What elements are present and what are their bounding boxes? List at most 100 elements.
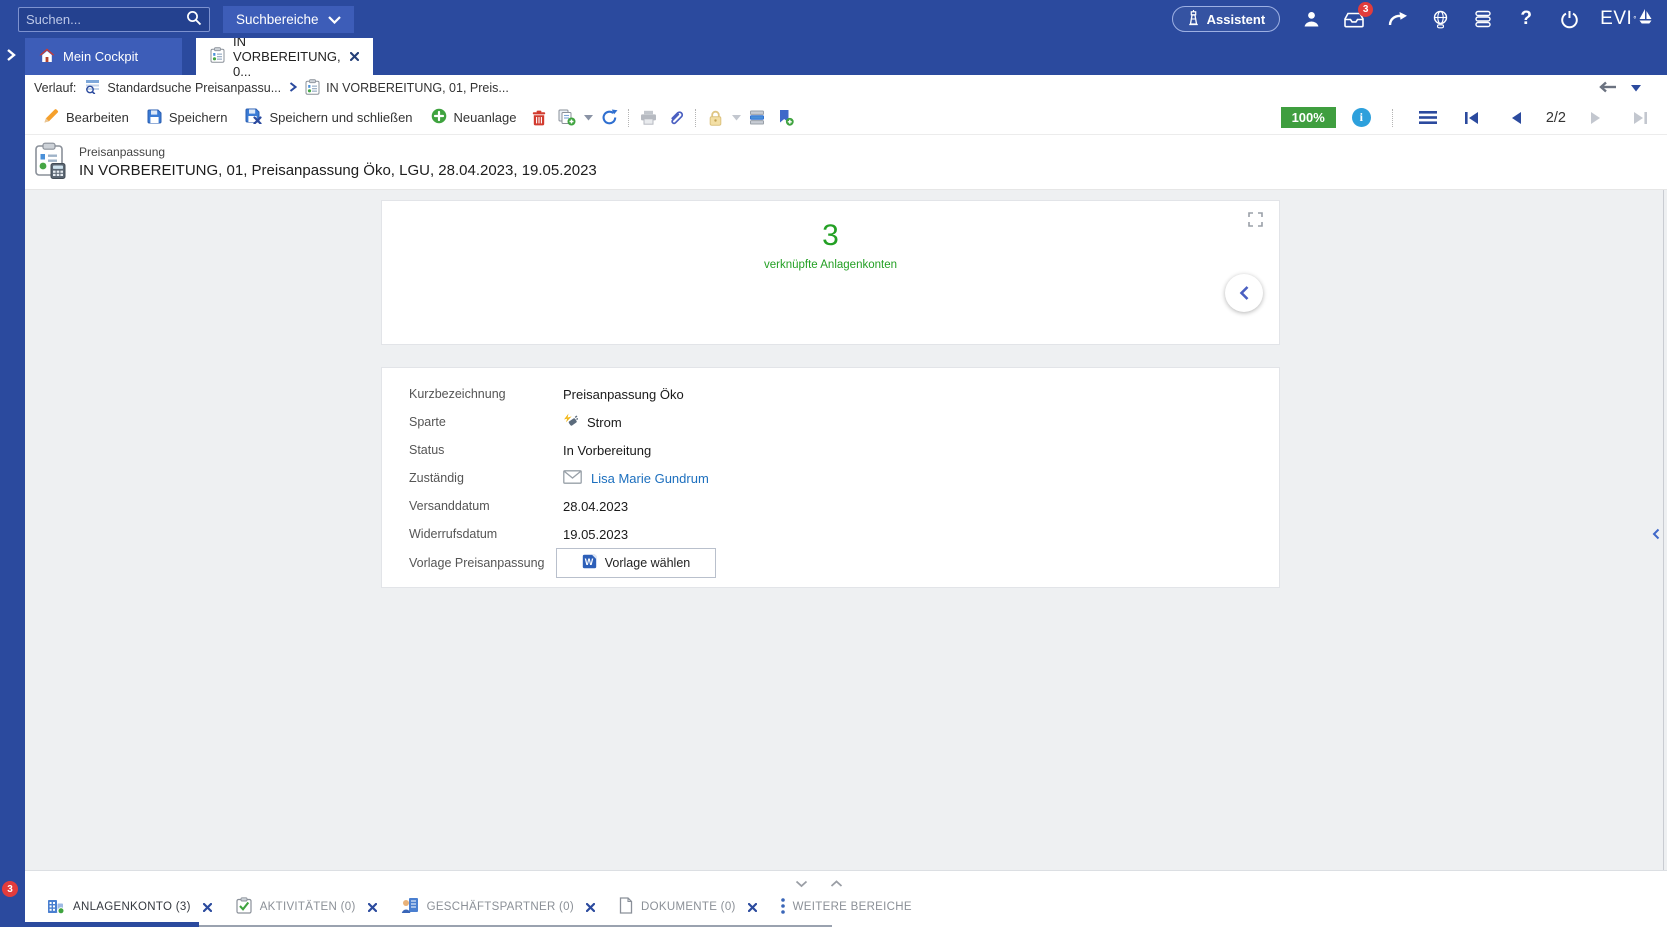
refresh-icon[interactable]	[595, 104, 623, 132]
notification-badge: 3	[2, 881, 18, 897]
lock-dropdown-icon[interactable]	[729, 115, 743, 121]
bottom-tabs: ANLAGENKONTO (3) AKTIVITÄTEN (0) GESCHÄF…	[35, 893, 924, 921]
linked-accounts-count[interactable]: 3	[382, 219, 1279, 253]
redo-arrow-icon[interactable]	[1385, 6, 1409, 32]
copy-dropdown-icon[interactable]	[581, 115, 595, 121]
active-tab-indicator	[25, 922, 199, 927]
tab-geschaeftspartner[interactable]: GESCHÄFTSPARTNER (0)	[389, 897, 607, 917]
linked-accounts-card: 3 verknüpfte Anlagenkonten	[381, 200, 1280, 345]
field-label: Widerrufsdatum	[409, 527, 563, 541]
info-icon[interactable]: i	[1352, 108, 1371, 127]
record-header: Verlauf: Standardsuche Preisanpassu... I…	[25, 75, 1667, 190]
form-row: Sparte Strom	[382, 408, 1279, 436]
assistant-button[interactable]: Assistent	[1172, 6, 1281, 32]
database-icon[interactable]	[1471, 6, 1495, 32]
search-placeholder: Suchen...	[26, 12, 186, 27]
tab-aktivitaeten[interactable]: AKTIVITÄTEN (0)	[224, 897, 389, 917]
top-bar: Suchen... Suchbereiche Assistent 3	[0, 0, 1667, 38]
plus-circle-icon	[431, 108, 447, 127]
clipboard-icon	[210, 47, 225, 66]
search-icon[interactable]	[186, 10, 202, 29]
collapse-panel-button[interactable]	[1225, 274, 1263, 312]
sailboat-icon	[1638, 7, 1653, 31]
bookmark-add-icon[interactable]	[771, 104, 799, 132]
record-type-label: Preisanpassung	[79, 145, 597, 159]
field-label: Vorlage Preisanpassung	[409, 556, 563, 570]
close-section-icon[interactable]	[203, 903, 212, 912]
last-page-icon[interactable]	[1626, 104, 1654, 132]
toolbar-separator	[1392, 109, 1393, 127]
tab-dokumente[interactable]: DOKUMENTE (0)	[607, 897, 769, 917]
price-adjustment-icon	[34, 142, 66, 182]
inbox-icon[interactable]: 3	[1342, 6, 1366, 32]
tab-active-record[interactable]: IN VORBEREITUNG, 0...	[196, 38, 373, 75]
field-label: Sparte	[409, 415, 563, 429]
close-section-icon[interactable]	[368, 903, 377, 912]
history-dropdown-icon[interactable]	[1631, 81, 1641, 95]
lock-icon[interactable]	[701, 104, 729, 132]
record-title: IN VORBEREITUNG, 01, Preisanpassung Öko,…	[79, 162, 597, 179]
kurzbezeichnung-value: Preisanpassung Öko	[563, 387, 684, 402]
tab-mein-cockpit[interactable]: Mein Cockpit	[25, 38, 182, 75]
asset-account-icon	[47, 897, 65, 917]
user-icon[interactable]	[1299, 6, 1323, 32]
edit-button[interactable]: Bearbeiten	[34, 104, 138, 132]
document-icon	[619, 897, 633, 917]
form-row: Widerrufsdatum 19.05.2023	[382, 520, 1279, 548]
delete-icon[interactable]	[525, 104, 553, 132]
word-document-icon: W	[582, 554, 597, 572]
choose-template-button[interactable]: W Vorlage wählen	[556, 548, 716, 578]
open-right-panel-icon[interactable]	[1652, 528, 1660, 543]
collapse-bottom-icon[interactable]	[795, 876, 808, 891]
details-card: Kurzbezeichnung Preisanpassung Öko Spart…	[381, 367, 1280, 588]
close-section-icon[interactable]	[748, 903, 757, 912]
breadcrumb-chevron-icon	[289, 81, 297, 95]
expand-card-icon[interactable]	[1248, 212, 1263, 230]
form-row: Kurzbezeichnung Preisanpassung Öko	[382, 380, 1279, 408]
lighthouse-icon	[1187, 10, 1200, 29]
menu-icon[interactable]	[1414, 104, 1442, 132]
previous-page-icon[interactable]	[1502, 104, 1530, 132]
tab-weitere-bereiche[interactable]: WEITERE BEREICHE	[769, 898, 924, 917]
dataset-stack-icon[interactable]	[743, 104, 771, 132]
next-page-icon[interactable]	[1582, 104, 1610, 132]
breadcrumb-item-search[interactable]: Standardsuche Preisanpassu...	[85, 79, 281, 97]
print-icon[interactable]	[634, 104, 662, 132]
breadcrumb-item-record[interactable]: IN VORBEREITUNG, 01, Preis...	[305, 79, 509, 98]
brand-logo: EVI°	[1600, 7, 1653, 31]
toolbar: Bearbeiten Speichern Speichern und schli…	[25, 101, 1667, 135]
collapsed-navigation-strip	[0, 38, 25, 927]
search-scope-button[interactable]: Suchbereiche	[223, 6, 354, 33]
home-icon	[39, 48, 55, 66]
clipboard-icon	[305, 79, 320, 98]
save-close-button[interactable]: Speichern und schließen	[236, 104, 421, 132]
search-results-icon	[85, 79, 101, 97]
svg-text:W: W	[585, 557, 594, 567]
close-tab-icon[interactable]	[350, 52, 359, 61]
page-indicator: 2/2	[1546, 110, 1566, 126]
status-value: In Vorbereitung	[563, 443, 651, 458]
zoom-level-badge[interactable]: 100%	[1281, 107, 1336, 128]
globe-icon[interactable]	[1428, 6, 1452, 32]
attachment-icon[interactable]	[662, 104, 690, 132]
help-icon[interactable]: ?	[1514, 6, 1538, 32]
new-record-button[interactable]: Neuanlage	[422, 104, 526, 132]
field-label: Status	[409, 443, 563, 457]
history-back-icon[interactable]	[1599, 81, 1617, 96]
toolbar-separator	[695, 109, 696, 127]
save-button[interactable]: Speichern	[138, 104, 237, 132]
copy-record-icon[interactable]	[553, 104, 581, 132]
first-page-icon[interactable]	[1458, 104, 1486, 132]
expand-bottom-icon[interactable]	[830, 876, 843, 891]
search-input[interactable]: Suchen...	[18, 7, 210, 32]
widerrufsdatum-value: 19.05.2023	[563, 527, 628, 542]
close-section-icon[interactable]	[586, 903, 595, 912]
tab-anlagenkonto[interactable]: ANLAGENKONTO (3)	[35, 897, 224, 917]
email-icon[interactable]	[563, 470, 582, 487]
expand-sidebar-icon[interactable]	[5, 48, 17, 65]
responsible-person-link[interactable]: Lisa Marie Gundrum	[591, 471, 709, 486]
right-panel-divider	[1663, 190, 1664, 870]
power-icon[interactable]	[1557, 6, 1581, 32]
sparte-value: Strom	[587, 415, 622, 430]
form-row: Versanddatum 28.04.2023	[382, 492, 1279, 520]
